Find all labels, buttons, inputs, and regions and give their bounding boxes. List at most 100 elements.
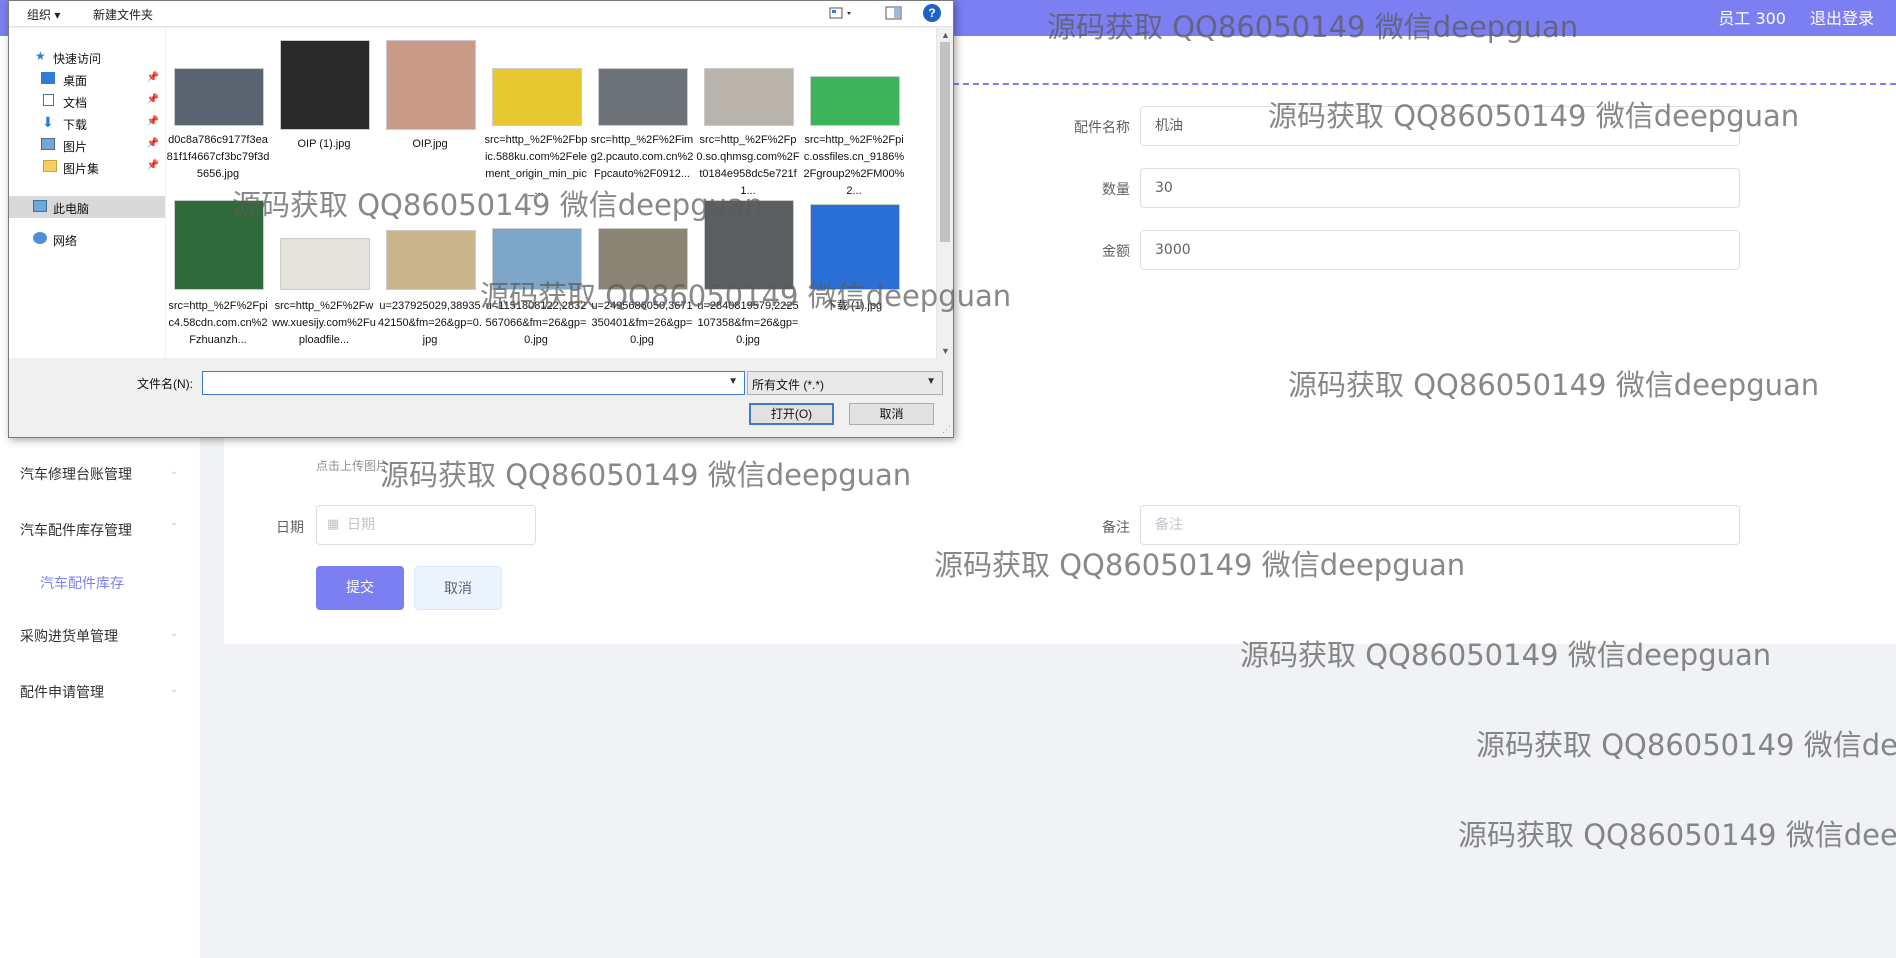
file-name: src=http_%2F%2Fbpic.588ku.com%2Felement_…: [484, 134, 588, 197]
file-name: u=237925029,3893542150&fm=26&gp=0.jpg: [378, 300, 482, 346]
amount-label: 金额: [1102, 244, 1130, 260]
help-icon[interactable]: ?: [923, 4, 941, 22]
scroll-down-icon[interactable]: ▼: [941, 346, 950, 356]
file-item[interactable]: d0c8a786c9177f3ea81f1f4667cf3bc79f3d5656…: [166, 32, 270, 182]
scroll-up-icon[interactable]: ▲: [941, 30, 950, 40]
nav-label: 文档: [63, 96, 88, 110]
organize-button[interactable]: 组织 ▾: [27, 6, 60, 23]
sidebar-item-repair-ledger[interactable]: 汽车修理台账管理 ⌄: [0, 454, 200, 494]
file-name: OIP.jpg: [412, 138, 448, 150]
file-name: 下载 (1).jpg: [825, 300, 883, 312]
chevron-down-icon: ⌄: [169, 628, 178, 639]
date-label: 日期: [276, 520, 304, 536]
nav-network[interactable]: 网络: [9, 228, 165, 250]
file-item[interactable]: u=237925029,3893542150&fm=26&gp=0.jpg: [378, 200, 482, 350]
chevron-down-icon: ▼: [926, 376, 936, 387]
file-type-select[interactable]: 所有文件 (*.*) ▼: [747, 371, 943, 395]
nav-this-pc[interactable]: 此电脑: [9, 196, 165, 218]
file-name: OIP (1).jpg: [297, 138, 351, 150]
nav-downloads[interactable]: ⬇ 下载 📌: [9, 112, 165, 134]
calendar-icon: ▦: [327, 517, 340, 532]
file-thumbnail: [280, 40, 370, 130]
view-options-icon[interactable]: [829, 5, 851, 21]
file-item[interactable]: 下载 (1).jpg: [802, 200, 906, 350]
remark-field[interactable]: 备注: [1140, 505, 1740, 545]
logout-link[interactable]: 退出登录: [1810, 5, 1874, 29]
sidebar-subitem-parts-stock[interactable]: 汽车配件库存: [0, 563, 200, 603]
folder-icon: [43, 160, 57, 172]
file-name: u=2495686050,3671350401&fm=26&gp=0.jpg: [591, 300, 693, 346]
file-thumbnail: [492, 228, 582, 290]
nav-quick-access[interactable]: ★ 快速访问: [9, 46, 165, 68]
file-thumbnail: [280, 238, 370, 290]
file-thumbnail: [598, 68, 688, 126]
file-thumbnail: [386, 40, 476, 130]
new-folder-button[interactable]: 新建文件夹: [93, 6, 153, 23]
file-type-value: 所有文件 (*.*): [752, 378, 825, 392]
file-item[interactable]: u=2840819579,2225107358&fm=26&gp=0.jpg: [696, 200, 800, 350]
date-field[interactable]: 日期: [316, 505, 536, 545]
file-name: src=http_%2F%2Fp0.so.qhmsg.com%2Ft0184e9…: [696, 134, 800, 197]
part-name-label: 配件名称: [1074, 120, 1130, 136]
file-item[interactable]: src=http_%2F%2Fimg2.pcauto.com.cn%2Fpcau…: [590, 32, 694, 182]
computer-icon: [33, 200, 47, 212]
star-icon: ★: [35, 49, 46, 63]
file-item[interactable]: OIP (1).jpg: [272, 32, 376, 182]
download-icon: ⬇: [42, 114, 54, 130]
file-thumbnail: [810, 204, 900, 290]
nav-documents[interactable]: 文档 📌: [9, 90, 165, 112]
cancel-button[interactable]: 取消: [414, 566, 502, 610]
navigation-pane: ★ 快速访问 桌面 📌 文档 📌 ⬇ 下载 📌 图片 📌 图片集 📌 此电脑 网…: [9, 28, 165, 358]
file-name: u=2840819579,2225107358&fm=26&gp=0.jpg: [697, 300, 799, 346]
preview-pane-icon[interactable]: [885, 5, 903, 21]
sidebar-item-purchase-orders[interactable]: 采购进货单管理 ⌄: [0, 616, 200, 656]
file-list-scrollbar[interactable]: ▲ ▼: [936, 28, 953, 358]
upload-hint[interactable]: 点击上传图片: [316, 457, 388, 474]
filename-input[interactable]: ▼: [202, 371, 745, 395]
sidebar-item-label: 配件申请管理: [20, 685, 104, 701]
chevron-down-icon[interactable]: ▼: [728, 376, 738, 387]
scrollbar-thumb[interactable]: [940, 42, 950, 242]
part-name-field[interactable]: 机油: [1140, 106, 1740, 146]
quantity-field[interactable]: 30: [1140, 168, 1740, 208]
pin-icon: 📌: [146, 116, 159, 127]
nav-picture-collection[interactable]: 图片集 📌: [9, 156, 165, 178]
pin-icon: 📌: [146, 160, 159, 171]
nav-label: 图片: [63, 140, 88, 154]
user-label: 员工 300: [1718, 9, 1786, 28]
nav-label: 此电脑: [53, 202, 90, 216]
chevron-down-icon: ⌄: [169, 684, 178, 695]
file-item[interactable]: u=2495686050,3671350401&fm=26&gp=0.jpg: [590, 200, 694, 350]
file-thumbnail: [386, 230, 476, 290]
picture-icon: [41, 138, 55, 150]
file-thumbnail: [174, 68, 264, 126]
file-item[interactable]: u=1151808122,2832567066&fm=26&gp=0.jpg: [484, 200, 588, 350]
sidebar-item-parts-requests[interactable]: 配件申请管理 ⌄: [0, 672, 200, 712]
file-item[interactable]: src=http_%2F%2Fbpic.588ku.com%2Felement_…: [484, 32, 588, 197]
submit-button[interactable]: 提交: [316, 566, 404, 610]
nav-label: 快速访问: [53, 52, 102, 66]
file-item[interactable]: OIP.jpg: [378, 32, 482, 182]
dialog-cancel-button[interactable]: 取消: [849, 403, 934, 425]
file-item[interactable]: src=http_%2F%2Fpic.ossfiles.cn_9186%2Fgr…: [802, 32, 906, 197]
document-icon: [43, 94, 54, 106]
file-thumbnail: [704, 200, 794, 290]
nav-label: 网络: [53, 234, 78, 248]
file-name: src=http_%2F%2Fwww.xuesijy.com%2Fuploadf…: [272, 300, 376, 346]
nav-desktop[interactable]: 桌面 📌: [9, 68, 165, 90]
file-thumbnail: [810, 76, 900, 126]
open-button[interactable]: 打开(O): [749, 403, 834, 425]
file-item[interactable]: src=http_%2F%2Fwww.xuesijy.com%2Fuploadf…: [272, 200, 376, 350]
file-open-dialog: 组织 ▾ 新建文件夹 ? ★ 快速访问 桌面 📌 文档 📌 ⬇ 下载 📌 图片 …: [8, 0, 954, 438]
resize-grip-icon[interactable]: ⋰: [942, 424, 951, 435]
chevron-up-icon: ⌃: [169, 522, 178, 533]
file-thumbnail: [598, 228, 688, 290]
sidebar-item-parts-inventory[interactable]: 汽车配件库存管理 ⌃: [0, 510, 200, 550]
pin-icon: 📌: [146, 94, 159, 105]
quantity-label: 数量: [1102, 182, 1130, 198]
file-name: src=http_%2F%2Fpic.ossfiles.cn_9186%2Fgr…: [803, 134, 905, 197]
file-item[interactable]: src=http_%2F%2Fpic4.58cdn.com.cn%2Fzhuan…: [166, 200, 270, 350]
file-item[interactable]: src=http_%2F%2Fp0.so.qhmsg.com%2Ft0184e9…: [696, 32, 800, 197]
amount-field[interactable]: 3000: [1140, 230, 1740, 270]
nav-pictures[interactable]: 图片 📌: [9, 134, 165, 156]
